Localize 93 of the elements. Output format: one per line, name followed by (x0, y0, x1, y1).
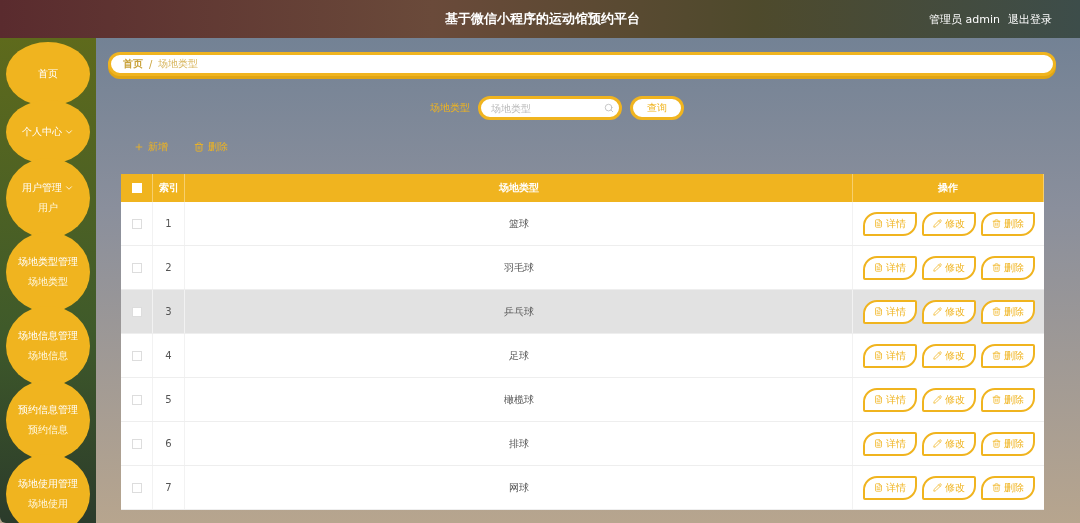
delete-button[interactable]: 删除 (980, 343, 1035, 368)
detail-button[interactable]: 详情 (862, 387, 917, 412)
delete-button[interactable]: 删除 (980, 255, 1035, 280)
chevron-icon (64, 127, 74, 137)
document-icon (873, 483, 883, 492)
breadcrumb-separator: / (149, 58, 153, 70)
detail-button[interactable]: 详情 (862, 475, 917, 500)
delete-button[interactable]: 删除 (980, 431, 1035, 456)
detail-button[interactable]: 详情 (862, 211, 917, 236)
sidebar-menu-item[interactable]: 场地使用管理 场地使用 (6, 454, 90, 523)
trash-icon (991, 439, 1001, 448)
pencil-icon (932, 395, 942, 404)
detail-button[interactable]: 详情 (862, 255, 917, 280)
table-cell: 橄榄球 (185, 378, 853, 421)
logout-link[interactable]: 退出登录 (1008, 11, 1052, 27)
menu-label[interactable]: 场地使用管理 (18, 477, 78, 491)
table-cell: 1 (153, 202, 185, 245)
menu-label[interactable]: 首页 (38, 67, 58, 81)
delete-button[interactable]: 删除 (980, 387, 1035, 412)
trash-icon (194, 142, 204, 152)
pencil-icon (932, 219, 942, 228)
search-icon (604, 103, 614, 113)
edit-button[interactable]: 修改 (921, 299, 976, 324)
document-icon (873, 439, 883, 448)
row-checkbox[interactable] (131, 394, 142, 405)
document-icon (873, 263, 883, 272)
delete-button[interactable]: 删除 (980, 299, 1035, 324)
search-label: 场地类型 (430, 101, 470, 115)
trash-icon (991, 307, 1001, 316)
delete-button[interactable]: 删除 (192, 138, 230, 156)
add-button[interactable]: 新增 (132, 138, 170, 156)
edit-button[interactable]: 修改 (921, 343, 976, 368)
breadcrumb-link[interactable]: 首页 (123, 57, 143, 71)
chevron-icon (64, 183, 74, 193)
detail-button[interactable]: 详情 (862, 299, 917, 324)
pencil-icon (932, 307, 942, 316)
delete-button[interactable]: 删除 (980, 475, 1035, 500)
delete-button[interactable]: 删除 (980, 211, 1035, 236)
row-checkbox[interactable] (131, 262, 142, 273)
select-all-checkbox[interactable] (131, 183, 142, 193)
document-icon (873, 395, 883, 404)
table-cell: 网球 (185, 466, 853, 509)
table-cell: 篮球 (185, 202, 853, 245)
row-checkbox[interactable] (131, 218, 142, 229)
table-cell: 排球 (185, 422, 853, 465)
table-cell: 2 (153, 246, 185, 289)
table-cell: 羽毛球 (185, 246, 853, 289)
submenu-item[interactable]: 场地信息 (28, 349, 68, 363)
menu-label[interactable]: 预约信息管理 (18, 403, 78, 417)
table-cell: 足球 (185, 334, 853, 377)
row-checkbox[interactable] (131, 438, 142, 449)
pencil-icon (932, 439, 942, 448)
pencil-icon (932, 483, 942, 492)
plus-icon (134, 142, 144, 152)
table-cell: 6 (153, 422, 185, 465)
document-icon (873, 351, 883, 360)
pencil-icon (932, 351, 942, 360)
edit-button[interactable]: 修改 (921, 211, 976, 236)
submenu-item[interactable]: 预约信息 (28, 423, 68, 437)
edit-button[interactable]: 修改 (921, 387, 976, 412)
trash-icon (991, 263, 1001, 272)
menu-label[interactable]: 个人中心 (22, 125, 62, 139)
trash-icon (991, 351, 1001, 360)
table-cell: 5 (153, 378, 185, 421)
edit-button[interactable]: 修改 (921, 431, 976, 456)
sidebar-menu-item[interactable]: 个人中心 (6, 100, 90, 164)
edit-button[interactable]: 修改 (921, 475, 976, 500)
table-cell: 乒乓球 (185, 290, 853, 333)
breadcrumb-link[interactable]: 场地类型 (158, 57, 199, 71)
submenu-item[interactable]: 场地使用 (28, 497, 68, 511)
trash-icon (991, 219, 1001, 228)
trash-icon (991, 395, 1001, 404)
menu-label[interactable]: 用户管理 (22, 181, 62, 195)
row-checkbox[interactable] (131, 306, 142, 317)
trash-icon (991, 483, 1001, 492)
table-cell: 3 (153, 290, 185, 333)
submenu-item[interactable]: 场地类型 (28, 275, 68, 289)
row-checkbox[interactable] (131, 482, 142, 493)
app-title: 基于微信小程序的运动馆预约平台 (445, 10, 640, 28)
document-icon (873, 219, 883, 228)
edit-button[interactable]: 修改 (921, 255, 976, 280)
submenu-item[interactable]: 用户 (38, 201, 58, 215)
document-icon (873, 307, 883, 316)
menu-label[interactable]: 场地类型管理 (18, 255, 78, 269)
query-button[interactable]: 查询 (630, 96, 684, 120)
table-cell: 7 (153, 466, 185, 509)
menu-label[interactable]: 场地信息管理 (18, 329, 78, 343)
table-cell: 4 (153, 334, 185, 377)
detail-button[interactable]: 详情 (862, 431, 917, 456)
row-checkbox[interactable] (131, 350, 142, 361)
user-label: 管理员 admin (929, 11, 1000, 27)
detail-button[interactable]: 详情 (862, 343, 917, 368)
pencil-icon (932, 263, 942, 272)
